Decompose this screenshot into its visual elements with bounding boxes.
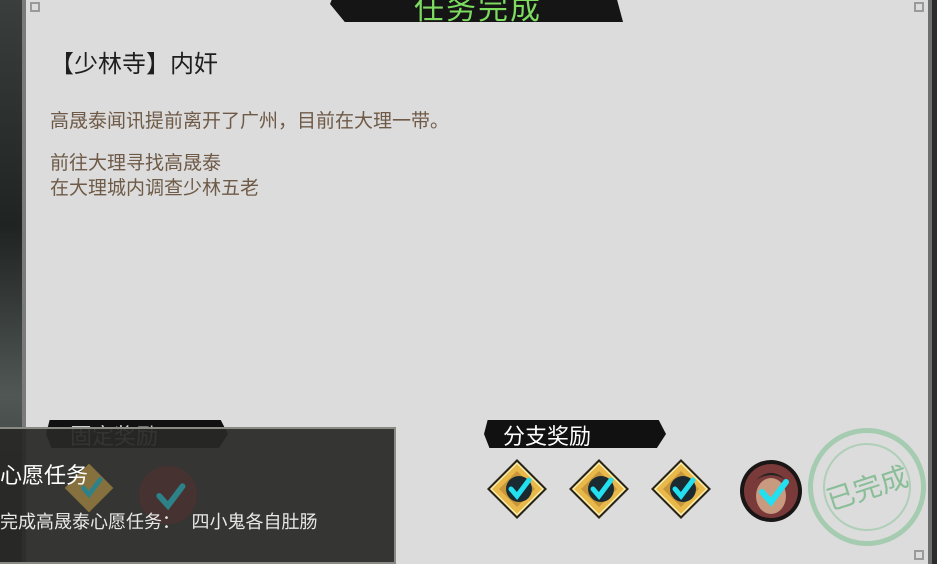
quest-name: 【少林寺】内奸: [50, 50, 218, 78]
reward-item-graphic: [569, 459, 629, 519]
gold-diamond-checked-icon[interactable]: [568, 458, 630, 520]
character-portrait-checked-icon[interactable]: [738, 458, 804, 524]
branch-reward-label: 分支奖励: [503, 425, 592, 450]
reward-item-graphic: [487, 459, 547, 519]
tooltip-description: 完成高晟泰心愿任务： 四小鬼各自肚肠: [0, 512, 318, 533]
panel-corner-ornament: [914, 2, 924, 12]
panel-corner-ornament: [914, 550, 924, 560]
gold-diamond-checked-icon[interactable]: [650, 458, 712, 520]
gold-diamond-checked-icon[interactable]: [486, 458, 548, 520]
quest-objective: 前往大理寻找高晟泰: [50, 152, 222, 174]
quest-objective: 在大理城内调查少林五老: [50, 177, 260, 199]
quest-description: 高晟泰闻讯提前离开了广州，目前在大理一带。: [50, 110, 450, 132]
page-title: 任务完成: [414, 0, 542, 27]
reward-item-graphic: [651, 459, 711, 519]
reward-item-graphic: [740, 460, 802, 522]
tooltip-title: 心愿任务: [0, 464, 89, 489]
wish-task-tooltip: 心愿任务 完成高晟泰心愿任务： 四小鬼各自肚肠: [0, 427, 396, 564]
panel-corner-ornament: [30, 2, 40, 12]
